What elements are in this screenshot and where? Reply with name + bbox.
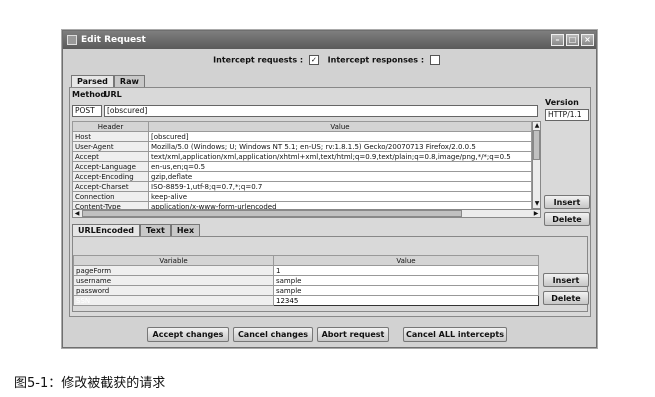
version-label: Version xyxy=(545,98,579,107)
header-key-cell[interactable]: Accept-Language xyxy=(72,161,149,172)
param-delete-button[interactable]: Delete xyxy=(543,291,589,305)
header-column-heading[interactable]: Header xyxy=(72,121,149,132)
tab-text[interactable]: Text xyxy=(140,224,171,236)
scroll-up-icon[interactable]: ▲ xyxy=(533,122,541,130)
variable-column-heading[interactable]: Variable xyxy=(73,255,274,266)
param-value-column-heading[interactable]: Value xyxy=(273,255,539,266)
header-row[interactable]: User-Agent Mozilla/5.0 (Windows; U; Windo… xyxy=(72,141,532,152)
params-table: Variable Value pageForm 1 username sample pa… xyxy=(73,255,539,306)
header-delete-button[interactable]: Delete xyxy=(544,212,590,226)
method-field[interactable]: POST xyxy=(72,105,102,117)
header-key-cell[interactable]: Host xyxy=(72,131,149,142)
param-row[interactable]: SSN 12345 xyxy=(73,295,539,306)
tab-parsed[interactable]: Parsed xyxy=(71,75,114,87)
cancel-all-intercepts-button[interactable]: Cancel ALL intercepts xyxy=(403,327,507,342)
intercept-requests-label: Intercept requests : xyxy=(213,55,304,65)
edit-request-window: Edit Request – □ × Intercept requests : … xyxy=(62,30,597,348)
figure-caption: 图5-1：修改被截获的请求 xyxy=(14,376,166,391)
scroll-thumb[interactable] xyxy=(533,130,540,160)
scroll-left-icon[interactable]: ◀ xyxy=(73,210,81,218)
tab-hex[interactable]: Hex xyxy=(170,224,201,236)
view-tabs: Parsed Raw xyxy=(71,75,145,87)
param-key-cell[interactable]: SSN xyxy=(73,295,274,306)
maximize-icon[interactable]: □ xyxy=(566,34,579,46)
app-icon xyxy=(67,35,77,45)
header-value-cell[interactable]: [obscured] xyxy=(148,131,532,142)
header-value-cell[interactable]: keep-alive xyxy=(148,191,532,202)
minimize-icon[interactable]: – xyxy=(551,34,564,46)
header-key-cell[interactable]: Connection xyxy=(72,191,149,202)
param-value-cell[interactable]: 1 xyxy=(273,265,539,276)
checkbox-empty-icon[interactable] xyxy=(429,55,440,65)
abort-request-button[interactable]: Abort request xyxy=(317,327,389,342)
scroll-right-icon[interactable]: ▶ xyxy=(532,210,540,218)
tab-urlencoded[interactable]: URLEncoded xyxy=(72,224,141,236)
headers-table: Header Value Host [obscured] User-Agent Moz… xyxy=(72,121,532,212)
value-column-heading[interactable]: Value xyxy=(148,121,532,132)
header-row[interactable]: Connection keep-alive xyxy=(72,191,532,202)
param-row[interactable]: username sample xyxy=(73,275,539,286)
url-label: URL xyxy=(104,90,122,99)
header-value-cell[interactable]: gzip,deflate xyxy=(148,171,532,182)
header-row[interactable]: Accept-Charset ISO-8859-1,utf-8;q=0.7,*;q… xyxy=(72,181,532,192)
close-icon[interactable]: × xyxy=(581,34,594,46)
header-key-cell[interactable]: Accept-Charset xyxy=(72,181,149,192)
body-panel: Variable Value pageForm 1 username sample pa… xyxy=(72,236,589,312)
param-row[interactable]: pageForm 1 xyxy=(73,265,539,276)
header-key-cell[interactable]: Accept xyxy=(72,151,149,162)
header-key-cell[interactable]: Accept-Encoding xyxy=(72,171,149,182)
scroll-down-icon[interactable]: ▼ xyxy=(533,200,541,208)
param-value-cell[interactable]: sample xyxy=(273,275,539,286)
method-label: Method xyxy=(72,90,107,99)
window-title: Edit Request xyxy=(81,35,146,45)
scroll-thumb[interactable] xyxy=(82,210,462,217)
headers-horizontal-scrollbar[interactable]: ◀ ▶ xyxy=(72,209,541,218)
header-row[interactable]: Accept-Language en-us,en;q=0.5 xyxy=(72,161,532,172)
header-value-cell[interactable]: text/xml,application/xml,application/xht… xyxy=(148,151,532,162)
header-row[interactable]: Host [obscured] xyxy=(72,131,532,142)
headers-vertical-scrollbar[interactable]: ▲ ▼ xyxy=(532,121,541,209)
header-insert-button[interactable]: Insert xyxy=(544,195,590,209)
checkbox-checked-icon[interactable]: ✓ xyxy=(308,55,319,65)
header-key-cell[interactable]: User-Agent xyxy=(72,141,149,152)
header-row[interactable]: Accept-Encoding gzip,deflate xyxy=(72,171,532,182)
param-row[interactable]: password sample xyxy=(73,285,539,296)
body-tabs: URLEncoded Text Hex xyxy=(72,224,201,236)
tab-raw[interactable]: Raw xyxy=(113,75,145,87)
cancel-changes-button[interactable]: Cancel changes xyxy=(233,327,313,342)
version-field[interactable]: HTTP/1.1 xyxy=(545,109,589,121)
url-field[interactable]: [obscured] xyxy=(104,105,538,117)
accept-changes-button[interactable]: Accept changes xyxy=(147,327,229,342)
parsed-panel: Method URL Version POST [obscured] HTTP/… xyxy=(69,87,591,317)
header-value-cell[interactable]: ISO-8859-1,utf-8;q=0.7,*;q=0.7 xyxy=(148,181,532,192)
param-key-cell[interactable]: password xyxy=(73,285,274,296)
param-key-cell[interactable]: username xyxy=(73,275,274,286)
param-insert-button[interactable]: Insert xyxy=(543,273,589,287)
param-value-cell[interactable]: 12345 xyxy=(273,295,539,306)
param-value-cell[interactable]: sample xyxy=(273,285,539,296)
header-row[interactable]: Accept text/xml,application/xml,applicati… xyxy=(72,151,532,162)
header-value-cell[interactable]: Mozilla/5.0 (Windows; U; Windows NT 5.1;… xyxy=(148,141,532,152)
intercept-responses-label: Intercept responses : xyxy=(327,55,425,65)
header-value-cell[interactable]: en-us,en;q=0.5 xyxy=(148,161,532,172)
title-bar[interactable]: Edit Request – □ × xyxy=(63,31,596,49)
intercept-options: Intercept requests : ✓ Intercept respons… xyxy=(63,55,596,65)
param-key-cell[interactable]: pageForm xyxy=(73,265,274,276)
